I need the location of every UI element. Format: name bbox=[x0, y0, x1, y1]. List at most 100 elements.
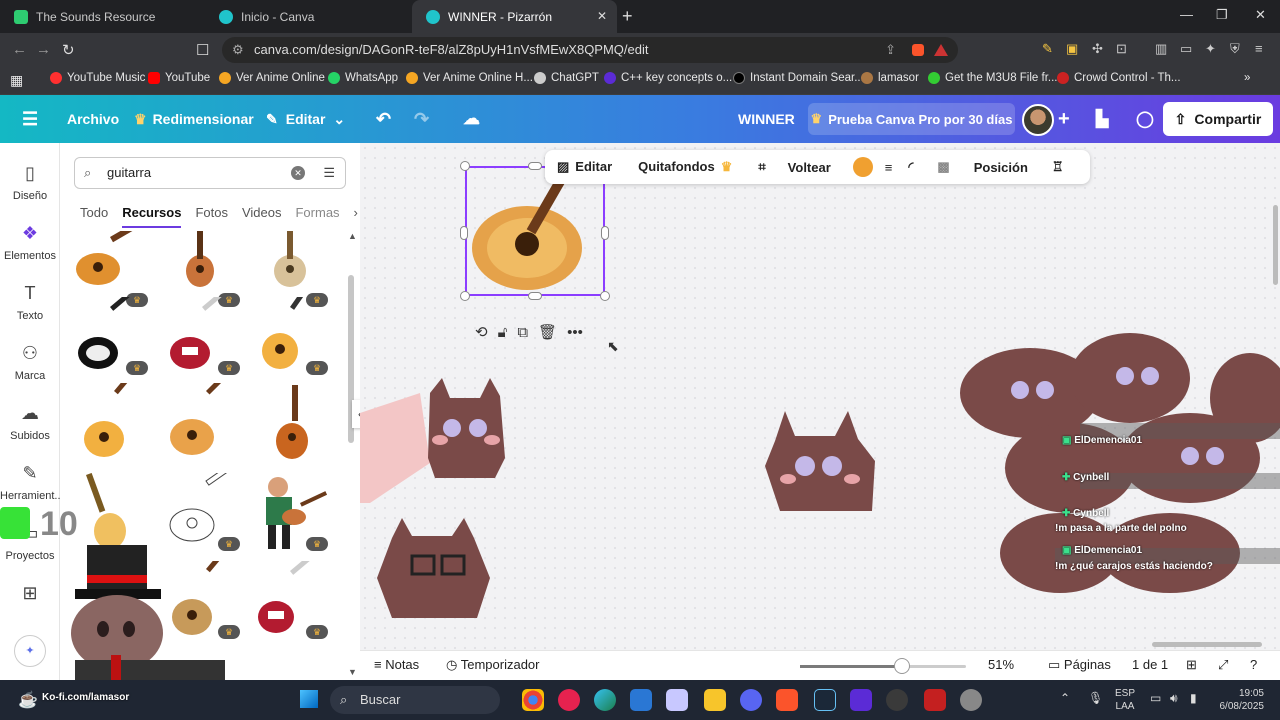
rail-item-uploads[interactable]: ☁ Subidos bbox=[0, 403, 60, 442]
rail-item-elements[interactable]: ❖ Elementos bbox=[0, 223, 60, 262]
avatar[interactable] bbox=[1022, 104, 1054, 136]
chevron-right-icon[interactable]: › bbox=[354, 205, 358, 228]
rotate-icon[interactable]: ⟲ bbox=[475, 323, 488, 341]
close-tab-icon[interactable]: ✕ bbox=[597, 9, 607, 23]
tab-sounds-resource[interactable]: The Sounds Resource bbox=[0, 0, 205, 33]
resize-handle-se[interactable] bbox=[600, 291, 610, 301]
tab-todo[interactable]: Todo bbox=[80, 205, 108, 228]
resize-handle-e[interactable] bbox=[601, 226, 609, 240]
try-pro-button[interactable]: ♛ Prueba Canva Pro por 30 días bbox=[808, 103, 1015, 135]
zoom-slider-knob[interactable] bbox=[894, 658, 910, 674]
bookmark-item[interactable]: YouTube Music bbox=[50, 72, 145, 84]
bookmark-item[interactable]: C++ key concepts o... bbox=[604, 72, 732, 84]
filter-icon[interactable]: ☰ bbox=[323, 158, 335, 188]
tab-winner-pizarron[interactable]: WINNER - Pizarrón ✕ bbox=[412, 0, 617, 33]
delete-icon[interactable]: 🗑︎ bbox=[538, 323, 557, 341]
url-input[interactable]: ⚙ canva.com/design/DAGonR-teF8/alZ8pUyH1… bbox=[222, 37, 958, 63]
tab-fotos[interactable]: Fotos bbox=[195, 205, 228, 228]
bookmark-item[interactable]: YouTube bbox=[148, 72, 210, 84]
help-icon[interactable]: ? bbox=[1250, 657, 1257, 672]
rail-item-design[interactable]: ▯ Diseño bbox=[0, 163, 60, 202]
zoom-slider[interactable] bbox=[800, 665, 966, 668]
analytics-icon[interactable]: ▙ bbox=[1096, 95, 1108, 143]
resize-handle-w[interactable] bbox=[460, 226, 468, 240]
tab-recursos[interactable]: Recursos bbox=[122, 205, 182, 228]
design-title[interactable]: WINNER bbox=[738, 95, 795, 143]
extensions-icon[interactable]: ✣ bbox=[1092, 41, 1103, 57]
site-info-icon[interactable]: ⚙ bbox=[232, 37, 244, 63]
share-button[interactable]: ⇧ Compartir bbox=[1163, 102, 1273, 136]
redo-icon[interactable]: ↷ bbox=[414, 95, 429, 143]
media-player-icon[interactable] bbox=[558, 689, 580, 711]
bookmark-item[interactable]: Instant Domain Sear... bbox=[733, 72, 864, 84]
canvas-vscrollbar[interactable] bbox=[1273, 205, 1278, 285]
notes-button[interactable]: ≡ Notas bbox=[374, 657, 419, 672]
rail-item-text[interactable]: T Texto bbox=[0, 283, 60, 322]
network-icon[interactable]: ▭ bbox=[1150, 692, 1161, 705]
pages-button[interactable]: ▭ Páginas bbox=[1048, 657, 1111, 673]
bookmark-item[interactable]: WhatsApp bbox=[328, 72, 398, 84]
resize-button[interactable]: ♛ Redimensionar bbox=[134, 95, 254, 143]
taskbar-search[interactable]: ⌕ Buscar bbox=[330, 686, 500, 714]
search-input[interactable]: ⌕ guitarra ✕ ☰ bbox=[74, 157, 346, 189]
obs-icon[interactable] bbox=[886, 689, 908, 711]
bookmark-item[interactable]: ChatGPT bbox=[534, 72, 599, 84]
back-icon[interactable]: ← bbox=[12, 41, 27, 58]
guitar-result[interactable] bbox=[162, 365, 242, 463]
scroll-down-icon[interactable]: ▼ bbox=[348, 667, 357, 677]
guitar-result[interactable]: ♛ bbox=[250, 545, 330, 641]
resize-handle-n[interactable] bbox=[528, 162, 542, 170]
border-style-icon[interactable]: ≡ bbox=[885, 160, 893, 175]
wallet-extension-icon[interactable]: ▣ bbox=[1066, 41, 1078, 57]
guitar-result[interactable]: ♛ bbox=[250, 274, 330, 377]
guitar-result[interactable]: ♛ bbox=[162, 281, 242, 377]
resize-handle-nw[interactable] bbox=[460, 161, 470, 171]
minimize-icon[interactable]: — bbox=[1180, 7, 1193, 22]
scroll-up-icon[interactable]: ▲ bbox=[348, 231, 357, 241]
file-menu[interactable]: Archivo bbox=[67, 95, 119, 143]
app-icon[interactable] bbox=[924, 689, 946, 711]
brave-rewards-icon[interactable] bbox=[934, 44, 948, 56]
guitar-result[interactable] bbox=[70, 363, 150, 463]
vpn-icon[interactable]: ⛨ bbox=[1230, 41, 1240, 57]
close-window-icon[interactable]: ✕ bbox=[1255, 7, 1266, 23]
notepad-icon[interactable] bbox=[666, 689, 688, 711]
microphone-icon[interactable]: 🎙︎ bbox=[1088, 692, 1103, 705]
more-options-icon[interactable]: ••• bbox=[567, 324, 583, 341]
edit-image-button[interactable]: ▨ Editar bbox=[557, 159, 612, 175]
pen-extension-icon[interactable]: ✎ bbox=[1042, 41, 1053, 57]
tab-videos[interactable]: Videos bbox=[242, 205, 282, 228]
transparency-icon[interactable]: ▩ bbox=[937, 159, 949, 175]
bookmark-icon[interactable]: ☐ bbox=[196, 41, 209, 59]
volume-icon[interactable]: 🔊︎ bbox=[1170, 692, 1178, 705]
forward-icon[interactable]: → bbox=[36, 41, 51, 58]
clear-search-icon[interactable]: ✕ bbox=[291, 166, 305, 180]
guitar-result[interactable]: ♛ bbox=[162, 459, 242, 553]
crop-icon[interactable]: ⌗ bbox=[758, 159, 765, 175]
timer-button[interactable]: ◷ Temporizador bbox=[446, 657, 540, 673]
canvas-scrollbar[interactable] bbox=[1152, 642, 1262, 647]
brave-icon[interactable] bbox=[776, 689, 798, 711]
resize-handle-sw[interactable] bbox=[460, 291, 470, 301]
selection-box[interactable] bbox=[465, 166, 605, 296]
rail-item-tools[interactable]: ✎ Herramient... bbox=[0, 463, 64, 502]
photos-icon[interactable] bbox=[630, 689, 652, 711]
lock-icon[interactable]: 🔓︎ bbox=[498, 324, 508, 341]
add-collaborator-icon[interactable]: + bbox=[1058, 95, 1070, 143]
sidebar-icon[interactable]: ▥ bbox=[1155, 41, 1167, 57]
screenshot-icon[interactable]: ⊡ bbox=[1116, 41, 1127, 57]
settings-icon[interactable] bbox=[960, 689, 982, 711]
guitar-result[interactable]: ♛ bbox=[70, 281, 150, 377]
comment-icon[interactable]: ◯ bbox=[1136, 95, 1154, 143]
guitar-result[interactable] bbox=[250, 383, 330, 463]
grid-view-icon[interactable]: ⊞ bbox=[1186, 657, 1197, 673]
clock[interactable]: 19:05 6/08/2025 bbox=[1208, 687, 1265, 713]
steam-icon[interactable] bbox=[814, 689, 836, 711]
cloud-saved-icon[interactable]: ☁ bbox=[463, 95, 480, 143]
windows-start-icon[interactable] bbox=[300, 690, 318, 708]
resize-handle-s[interactable] bbox=[528, 292, 542, 300]
fullscreen-icon[interactable]: ⤢ bbox=[1218, 657, 1228, 673]
color-swatch[interactable] bbox=[852, 157, 873, 177]
corner-rounding-icon[interactable]: ◜ bbox=[908, 159, 913, 175]
share-page-icon[interactable]: ⇪ bbox=[885, 37, 896, 63]
